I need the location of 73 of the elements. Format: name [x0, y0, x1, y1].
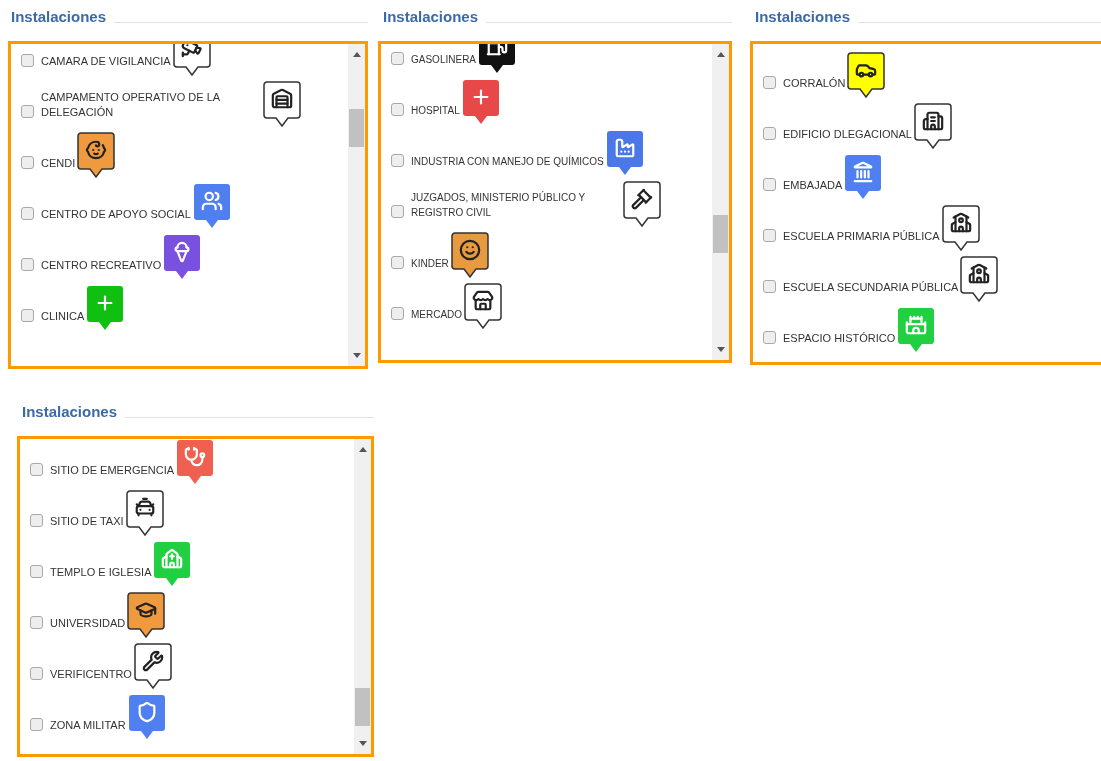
checkbox-label: CAMARA DE VIGILANCIA [41, 54, 171, 69]
checkbox[interactable] [391, 256, 404, 269]
map-marker-icon [263, 81, 301, 127]
checkbox-label: KINDER [411, 257, 449, 271]
checkbox[interactable] [763, 76, 776, 89]
checkbox[interactable] [30, 718, 43, 731]
checkbox-label: UNIVERSIDAD [50, 616, 126, 631]
checkbox-label: MERCADO [411, 308, 463, 322]
scrollbar[interactable] [354, 439, 371, 754]
scrollbar[interactable] [712, 44, 729, 360]
checkbox-label: ESPACIO HISTÓRICO [783, 331, 896, 346]
scroll-up-icon[interactable] [716, 52, 725, 57]
checkbox-label: CENTRO DE APOYO SOCIAL [41, 207, 191, 222]
checkbox-label: HOSPITAL [411, 104, 460, 118]
map-marker-icon [133, 643, 172, 689]
scroll-up-icon[interactable] [358, 447, 367, 452]
scrollbar-thumb[interactable] [713, 215, 728, 253]
checkbox-label: ESCUELA SECUNDARIA PÚBLICA [783, 280, 959, 295]
checkbox[interactable] [763, 229, 776, 242]
section-title: Instalaciones [11, 8, 107, 26]
scrollbar-thumb[interactable] [349, 109, 364, 147]
map-marker-icon [125, 490, 164, 536]
map-marker-icon [960, 256, 999, 302]
checkbox[interactable] [21, 309, 34, 322]
checkbox[interactable] [763, 178, 776, 191]
checkbox[interactable] [30, 616, 43, 629]
checkbox[interactable] [763, 280, 776, 293]
checkbox-label: TEMPLO E IGLESIA [50, 565, 152, 580]
checkbox-label: JUZGADOS, MINISTERIO PÚBLICO Y REGISTRO CIVIL [411, 190, 587, 220]
scrollbar-thumb[interactable] [355, 688, 370, 726]
checkbox[interactable] [391, 52, 404, 65]
checkbox-label: CENDI [41, 156, 76, 171]
checkbox-label: SITIO DE TAXI [50, 514, 124, 529]
map-marker-icon [914, 103, 952, 149]
map-marker-icon [464, 283, 503, 329]
checkbox-label: CLINICA [41, 309, 85, 324]
checkbox-label: EMBAJADA [783, 178, 843, 193]
checkbox-label: ZONA MILITAR [50, 718, 126, 733]
scroll-down-icon[interactable] [716, 347, 725, 352]
checkbox[interactable] [391, 205, 404, 218]
scroll-down-icon[interactable] [352, 353, 361, 358]
section-title: Instalaciones [22, 403, 118, 421]
checkbox-label: INDUSTRIA CON MANEJO DE QUÍMICOS [411, 154, 604, 169]
map-marker-icon [623, 181, 661, 227]
checkbox-label: CENTRO RECREATIVO [41, 258, 162, 273]
checkbox[interactable] [30, 565, 43, 578]
checkbox[interactable] [391, 154, 404, 167]
checkbox[interactable] [21, 105, 34, 118]
checkbox[interactable] [21, 258, 34, 271]
checkbox-label: VERIFICENTRO [50, 667, 132, 682]
checkbox[interactable] [21, 207, 34, 220]
checkbox-label: GASOLINERA [411, 53, 477, 67]
checkbox-label: SITIO DE EMERGENCIA [50, 463, 175, 478]
checkbox[interactable] [391, 307, 404, 320]
checkbox-label: CAMPAMENTO OPERATIVO DE LA DELEGACIÓN [41, 90, 221, 120]
map-marker-icon [172, 44, 211, 76]
checkbox-label: ESCUELA PRIMARIA PÚBLICA [783, 229, 940, 244]
checkbox[interactable] [21, 156, 34, 169]
checkbox[interactable] [30, 463, 43, 476]
checkbox[interactable] [21, 54, 34, 67]
checkbox[interactable] [30, 514, 43, 527]
checkbox[interactable] [763, 127, 776, 140]
checkbox-label: CORRALÓN [783, 76, 846, 91]
scrollbar[interactable] [348, 44, 365, 366]
section-title: Instalaciones [383, 8, 479, 26]
scroll-up-icon[interactable] [352, 52, 361, 57]
section-title: Instalaciones [755, 8, 851, 26]
scroll-down-icon[interactable] [358, 741, 367, 746]
checkbox[interactable] [391, 103, 404, 116]
checkbox-label: EDIFICIO DLEGACIONAL [783, 127, 912, 142]
map-marker-icon [941, 205, 980, 251]
checkbox[interactable] [30, 667, 43, 680]
checkbox[interactable] [763, 331, 776, 344]
